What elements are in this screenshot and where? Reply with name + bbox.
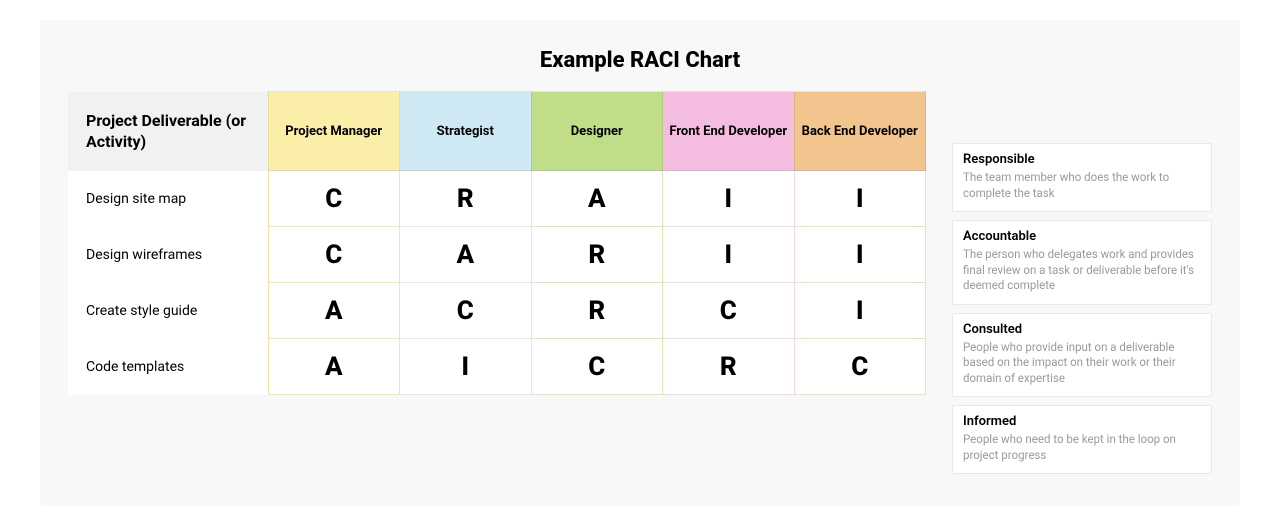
page-title: Example RACI Chart <box>68 48 1212 73</box>
content-row: Project Deliverable (or Activity) Projec… <box>68 91 1212 474</box>
legend-card: Accountable The person who delegates wor… <box>952 220 1212 305</box>
raci-cell: C <box>663 283 795 339</box>
raci-cell: R <box>531 227 663 283</box>
legend-term: Accountable <box>963 229 1201 244</box>
legend-term: Consulted <box>963 322 1201 337</box>
legend: Responsible The team member who does the… <box>952 91 1212 474</box>
legend-card: Informed People who need to be kept in t… <box>952 405 1212 474</box>
raci-cell: I <box>400 339 532 395</box>
legend-def: The team member who does the work to com… <box>963 170 1201 201</box>
raci-table: Project Deliverable (or Activity) Projec… <box>68 91 926 395</box>
raci-cell: A <box>268 339 400 395</box>
task-name: Design wireframes <box>68 227 268 283</box>
raci-cell: C <box>268 227 400 283</box>
task-name: Code templates <box>68 339 268 395</box>
table-row: Create style guide A C R C I <box>68 283 926 339</box>
legend-card: Responsible The team member who does the… <box>952 143 1212 212</box>
table-row: Design wireframes C A R I I <box>68 227 926 283</box>
role-header: Designer <box>531 92 663 171</box>
role-header: Project Manager <box>268 92 400 171</box>
task-name: Create style guide <box>68 283 268 339</box>
legend-term: Responsible <box>963 152 1201 167</box>
raci-cell: A <box>531 171 663 227</box>
raci-cell: R <box>663 339 795 395</box>
table-row: Code templates A I C R C <box>68 339 926 395</box>
raci-cell: A <box>268 283 400 339</box>
role-header: Back End Developer <box>794 92 926 171</box>
legend-def: People who need to be kept in the loop o… <box>963 432 1201 463</box>
raci-cell: I <box>663 171 795 227</box>
raci-cell: C <box>268 171 400 227</box>
corner-header: Project Deliverable (or Activity) <box>68 92 268 171</box>
raci-cell: I <box>794 283 926 339</box>
legend-card: Consulted People who provide input on a … <box>952 313 1212 398</box>
raci-cell: R <box>400 171 532 227</box>
role-header: Front End Developer <box>663 92 795 171</box>
raci-cell: A <box>400 227 532 283</box>
legend-def: The person who delegates work and provid… <box>963 247 1201 294</box>
task-name: Design site map <box>68 171 268 227</box>
raci-cell: C <box>531 339 663 395</box>
table-row: Design site map C R A I I <box>68 171 926 227</box>
raci-cell: C <box>794 339 926 395</box>
legend-def: People who provide input on a deliverabl… <box>963 340 1201 387</box>
legend-term: Informed <box>963 414 1201 429</box>
raci-panel: Example RACI Chart Project Deliverable (… <box>40 20 1240 506</box>
role-header: Strategist <box>400 92 532 171</box>
raci-cell: I <box>663 227 795 283</box>
raci-cell: C <box>400 283 532 339</box>
raci-cell: R <box>531 283 663 339</box>
raci-cell: I <box>794 227 926 283</box>
raci-cell: I <box>794 171 926 227</box>
